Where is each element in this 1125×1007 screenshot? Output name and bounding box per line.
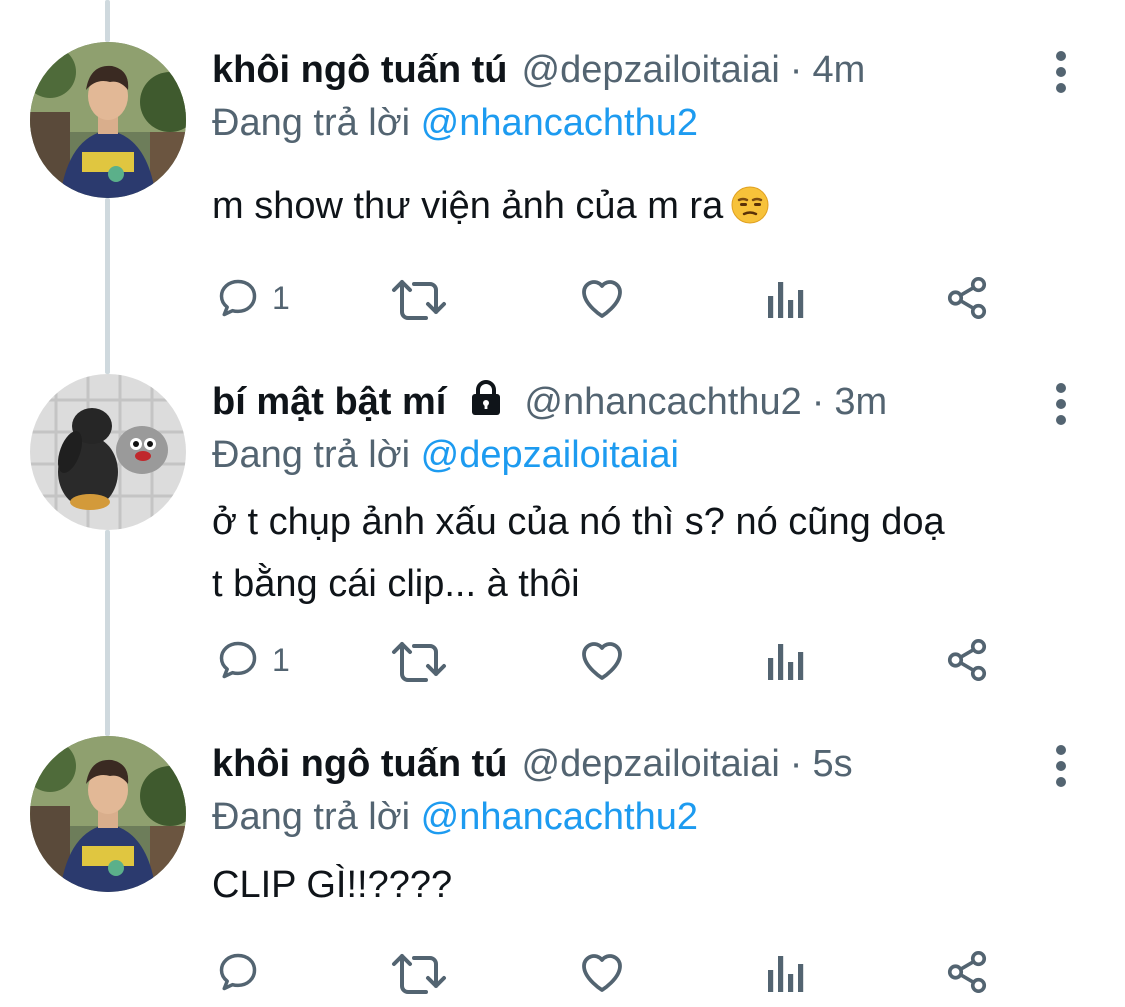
bar-chart-icon (768, 282, 804, 318)
display-name[interactable]: bí mật bật mí (212, 381, 446, 424)
user-handle[interactable]: @nhancachthu2 (524, 381, 801, 424)
thread-connector-line (105, 530, 110, 736)
user-handle[interactable]: @depzailoitaiai (522, 743, 780, 786)
timestamp[interactable]: 4m (812, 49, 865, 92)
mention-link[interactable]: @nhancachthu2 (421, 796, 698, 838)
reply-button[interactable]: 1 (216, 268, 290, 328)
retweet-button[interactable] (390, 942, 450, 1002)
mention-link[interactable]: @depzailoitaiai (421, 434, 679, 476)
unamused-face-emoji (731, 181, 769, 243)
tweet-text: m show thư viện ảnh của m ra (212, 175, 1092, 243)
vertical-dots-icon (1056, 745, 1066, 787)
share-icon (947, 639, 987, 681)
reply-button[interactable]: 1 (216, 630, 290, 690)
lock-icon (466, 377, 506, 427)
more-options-button[interactable] (1046, 382, 1076, 426)
tweet-header: khôi ngô tuấn tú @depzailoitaiai · 5s (212, 736, 853, 792)
tweet-text: CLIP GÌ!!???? (212, 854, 1092, 916)
replying-to-line: Đang trả lời @depzailoitaiai (212, 434, 679, 477)
separator-dot: · (789, 48, 803, 91)
views-button[interactable] (766, 268, 806, 328)
thread-connector-line (105, 0, 110, 42)
reply-count: 1 (272, 641, 290, 678)
display-name[interactable]: khôi ngô tuấn tú (212, 743, 508, 786)
vertical-dots-icon (1056, 51, 1066, 93)
mention-link[interactable]: @nhancachthu2 (421, 102, 698, 144)
share-button[interactable] (944, 942, 990, 1002)
tweet-text-line: ở t chụp ảnh xấu của nó thì s? nó cũng d… (212, 501, 945, 543)
heart-icon (582, 642, 622, 680)
reply-count: 1 (272, 279, 290, 316)
like-button[interactable] (578, 268, 626, 328)
thread-connector-line (105, 198, 110, 374)
replying-to-label: Đang trả lời (212, 434, 411, 476)
replying-to-line: Đang trả lời @nhancachthu2 (212, 102, 698, 145)
replying-to-label: Đang trả lời (212, 102, 411, 144)
timestamp[interactable]: 3m (834, 381, 887, 424)
tweet-actions (212, 942, 1032, 1002)
display-name[interactable]: khôi ngô tuấn tú (212, 49, 508, 92)
share-button[interactable] (944, 268, 990, 328)
tweet-text-line: CLIP GÌ!!???? (212, 864, 453, 906)
avatar[interactable] (30, 736, 186, 892)
bar-chart-icon (768, 644, 804, 680)
views-button[interactable] (766, 630, 806, 690)
tweet-actions: 1 (212, 630, 1032, 690)
share-icon (947, 277, 987, 319)
tweet-text-line: t bằng cái clip... à thôi (212, 563, 580, 605)
heart-icon (582, 954, 622, 992)
speech-bubble-icon (219, 953, 257, 991)
speech-bubble-icon (219, 641, 257, 679)
bar-chart-icon (768, 956, 804, 992)
replying-to-line: Đang trả lời @nhancachthu2 (212, 796, 698, 839)
like-button[interactable] (578, 942, 626, 1002)
retweet-icon (392, 954, 446, 994)
more-options-button[interactable] (1046, 50, 1076, 94)
like-button[interactable] (578, 630, 626, 690)
more-options-button[interactable] (1046, 744, 1076, 788)
avatar[interactable] (30, 374, 186, 530)
replying-to-label: Đang trả lời (212, 796, 411, 838)
retweet-icon (392, 280, 446, 320)
tweet-text-line: m show thư viện ảnh của m ra (212, 185, 724, 227)
tweet-actions: 1 (212, 268, 1032, 328)
user-handle[interactable]: @depzailoitaiai (522, 49, 780, 92)
separator-dot: · (789, 742, 803, 785)
share-button[interactable] (944, 630, 990, 690)
avatar[interactable] (30, 42, 186, 198)
retweet-button[interactable] (390, 268, 450, 328)
reply-button[interactable] (216, 942, 272, 1002)
heart-icon (582, 280, 622, 318)
speech-bubble-icon (219, 279, 257, 317)
timestamp[interactable]: 5s (812, 743, 852, 786)
retweet-button[interactable] (390, 630, 450, 690)
retweet-icon (392, 642, 446, 682)
tweet-header: bí mật bật mí @nhancachthu2 · 3m (212, 374, 887, 430)
views-button[interactable] (766, 942, 806, 1002)
share-icon (947, 951, 987, 993)
separator-dot: · (811, 380, 825, 423)
vertical-dots-icon (1056, 383, 1066, 425)
tweet-header: khôi ngô tuấn tú @depzailoitaiai · 4m (212, 42, 865, 98)
tweet-text: ở t chụp ảnh xấu của nó thì s? nó cũng d… (212, 491, 1092, 615)
